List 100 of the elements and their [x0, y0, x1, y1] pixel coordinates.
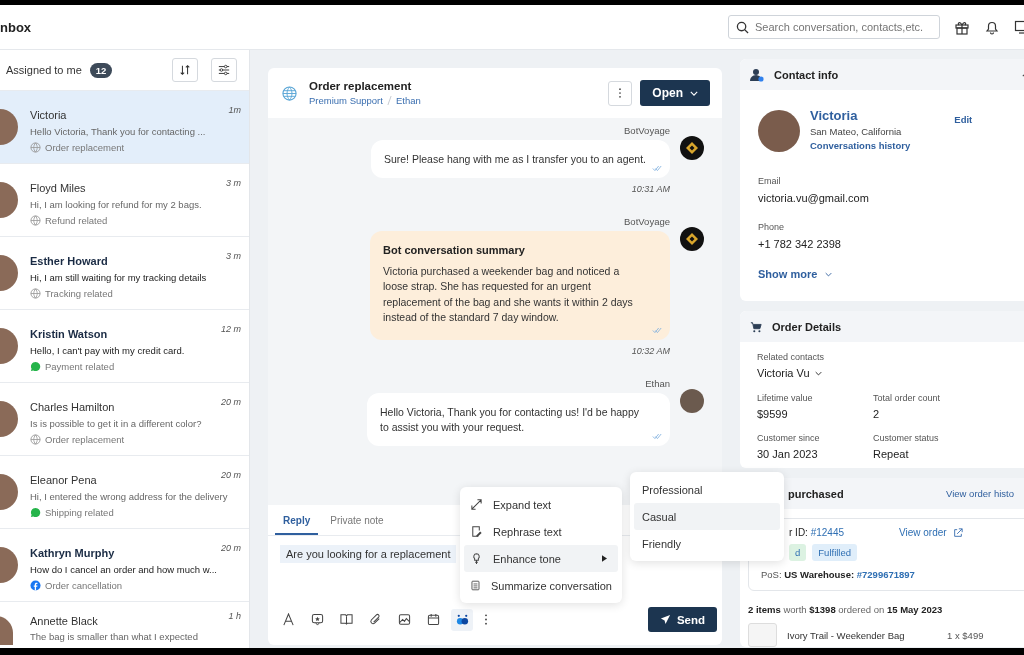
count-badge: 12: [89, 62, 113, 78]
avatar-circle: [680, 388, 704, 413]
contact-name: Kristin Watson: [30, 328, 109, 340]
status-tag: Fulfilled: [812, 544, 858, 561]
show-more-link[interactable]: Show more: [758, 268, 1022, 280]
contact-name: Eleanor Pena: [30, 474, 98, 486]
message-preview: Hi, I entered the wrong address for the delivery: [30, 491, 229, 502]
menu-item[interactable]: Rephrase text: [464, 518, 618, 545]
product-name: Ivory Trail - Weekender Bag: [787, 629, 906, 641]
tag-label: Payment related: [45, 361, 115, 372]
edit-document-icon: [470, 525, 483, 538]
history-link[interactable]: Conversations history: [810, 140, 911, 151]
product-quantity: 1 x $499: [947, 629, 984, 641]
message-time: 10:31 AM: [631, 183, 670, 194]
sort-button[interactable]: [172, 58, 198, 82]
user-settings-icon: [750, 67, 764, 82]
tag-label: Shipping related: [45, 507, 114, 518]
avatar-circle: [758, 110, 800, 152]
kebab-icon: [618, 87, 623, 99]
message-text: Hello Victoria, Thank you for contacting us! I'd be happy to assist you with your request.: [380, 404, 641, 435]
field-value: $9599: [757, 408, 789, 420]
message-preview: The bag is smaller than what I expected: [30, 631, 199, 642]
related-contact-dropdown[interactable]: Victoria Vu: [757, 367, 1023, 379]
message-time: 10:32 AM: [631, 345, 670, 356]
status-dropdown[interactable]: Open: [640, 80, 710, 106]
sender-name: BotVoyage: [624, 215, 670, 227]
time-label: 20 m: [221, 543, 241, 553]
star-box-icon[interactable]: [311, 613, 324, 626]
time-label: 3 m: [226, 178, 241, 188]
double-check-icon: [652, 432, 662, 440]
location-text: San Mateo, California: [810, 126, 903, 137]
agent-link[interactable]: Ethan: [395, 95, 421, 106]
image-icon[interactable]: [398, 613, 411, 626]
reply-input[interactable]: Are you looking for a replacement: [280, 545, 457, 563]
filter-button[interactable]: [211, 58, 237, 82]
globe-icon: [30, 215, 41, 226]
calendar-icon[interactable]: [427, 613, 440, 626]
bot-avatar-icon: [680, 226, 704, 251]
ai-assist-icon[interactable]: [451, 608, 473, 631]
bell-icon[interactable]: [984, 19, 1000, 35]
contact-name: Floyd Miles: [30, 182, 87, 194]
bot-avatar-icon: [680, 136, 704, 160]
time-label: 12 m: [221, 324, 241, 334]
tag-label: Refund related: [45, 215, 108, 226]
menu-item[interactable]: Expand text: [464, 491, 618, 518]
menu-item[interactable]: Casual: [634, 503, 780, 530]
sender-name: BotVoyage: [624, 125, 670, 136]
chevron-down-icon: [814, 370, 822, 376]
contact-name: Esther Howard: [30, 255, 109, 267]
edit-link[interactable]: Edit: [954, 114, 973, 125]
section-title: purchased: [788, 487, 844, 500]
time-label: 3 m: [226, 251, 241, 261]
composer-tab[interactable]: Reply: [275, 509, 319, 535]
more-icon[interactable]: [484, 613, 488, 626]
search-field[interactable]: Search conversation, contacts,etc.: [728, 15, 940, 39]
contact-name: Charles Hamilton: [30, 401, 116, 413]
external-link-icon[interactable]: [952, 527, 963, 538]
document-icon: [470, 579, 481, 592]
time-label: 20 m: [221, 470, 241, 480]
menu-item[interactable]: Summarize conversation: [464, 572, 618, 599]
tag-label: Order replacement: [45, 142, 125, 153]
time-label: 1 h: [228, 611, 241, 621]
view-order-link[interactable]: View order: [899, 527, 947, 538]
pos-text: PoS: US Warehouse: #7299671897: [761, 569, 916, 580]
message-text: Sure! Please hang with me as I transfer you to an agent.: [383, 152, 646, 167]
field-label: Phone: [758, 222, 786, 232]
menu-item[interactable]: Friendly: [634, 530, 780, 557]
order-id-text: r ID: #12445: [789, 527, 846, 538]
team-link[interactable]: Premium Support: [309, 95, 383, 106]
text-format-icon[interactable]: [282, 613, 295, 626]
menu-item[interactable]: Professional: [634, 476, 780, 503]
section-title: Order Details: [772, 320, 842, 333]
lightbulb-icon: [470, 552, 483, 565]
field-label: Total order count: [873, 393, 942, 403]
gift-icon[interactable]: [954, 19, 970, 35]
menu-item[interactable]: Enhance tone: [464, 545, 618, 572]
caret-icon: [602, 555, 607, 562]
sender-name: Ethan: [645, 377, 670, 389]
double-check-icon: [652, 164, 662, 172]
summary-title: Bot conversation summary: [383, 243, 526, 256]
chat-bubble-icon: [30, 361, 41, 372]
field-label: Email: [758, 176, 782, 186]
chat-bubble-icon: [30, 507, 41, 518]
paperclip-icon[interactable]: [369, 613, 382, 626]
order-history-link[interactable]: View order histo: [946, 488, 1014, 499]
globe-icon: [282, 85, 297, 101]
field-value: Repeat: [873, 448, 910, 460]
composer-tab[interactable]: Private note: [322, 509, 392, 535]
book-icon[interactable]: [340, 613, 353, 626]
contact-name: Annette Black: [30, 615, 99, 627]
facebook-icon: [30, 580, 41, 591]
send-button[interactable]: Send: [647, 607, 717, 632]
cart-icon: [750, 320, 762, 333]
field-label: Related contacts: [757, 352, 826, 362]
contact-name: Victoria: [30, 109, 68, 121]
globe-icon: [30, 142, 41, 153]
conversation-item[interactable]: Victoria 1m Hello Victoria, Thank you for contacting ... Order replacement: [0, 91, 249, 164]
contact-name: Victoria: [810, 108, 859, 123]
tag-label: Order replacement: [45, 434, 125, 445]
message-preview: Hi, I am looking for refund for my 2 bags.: [30, 199, 203, 210]
